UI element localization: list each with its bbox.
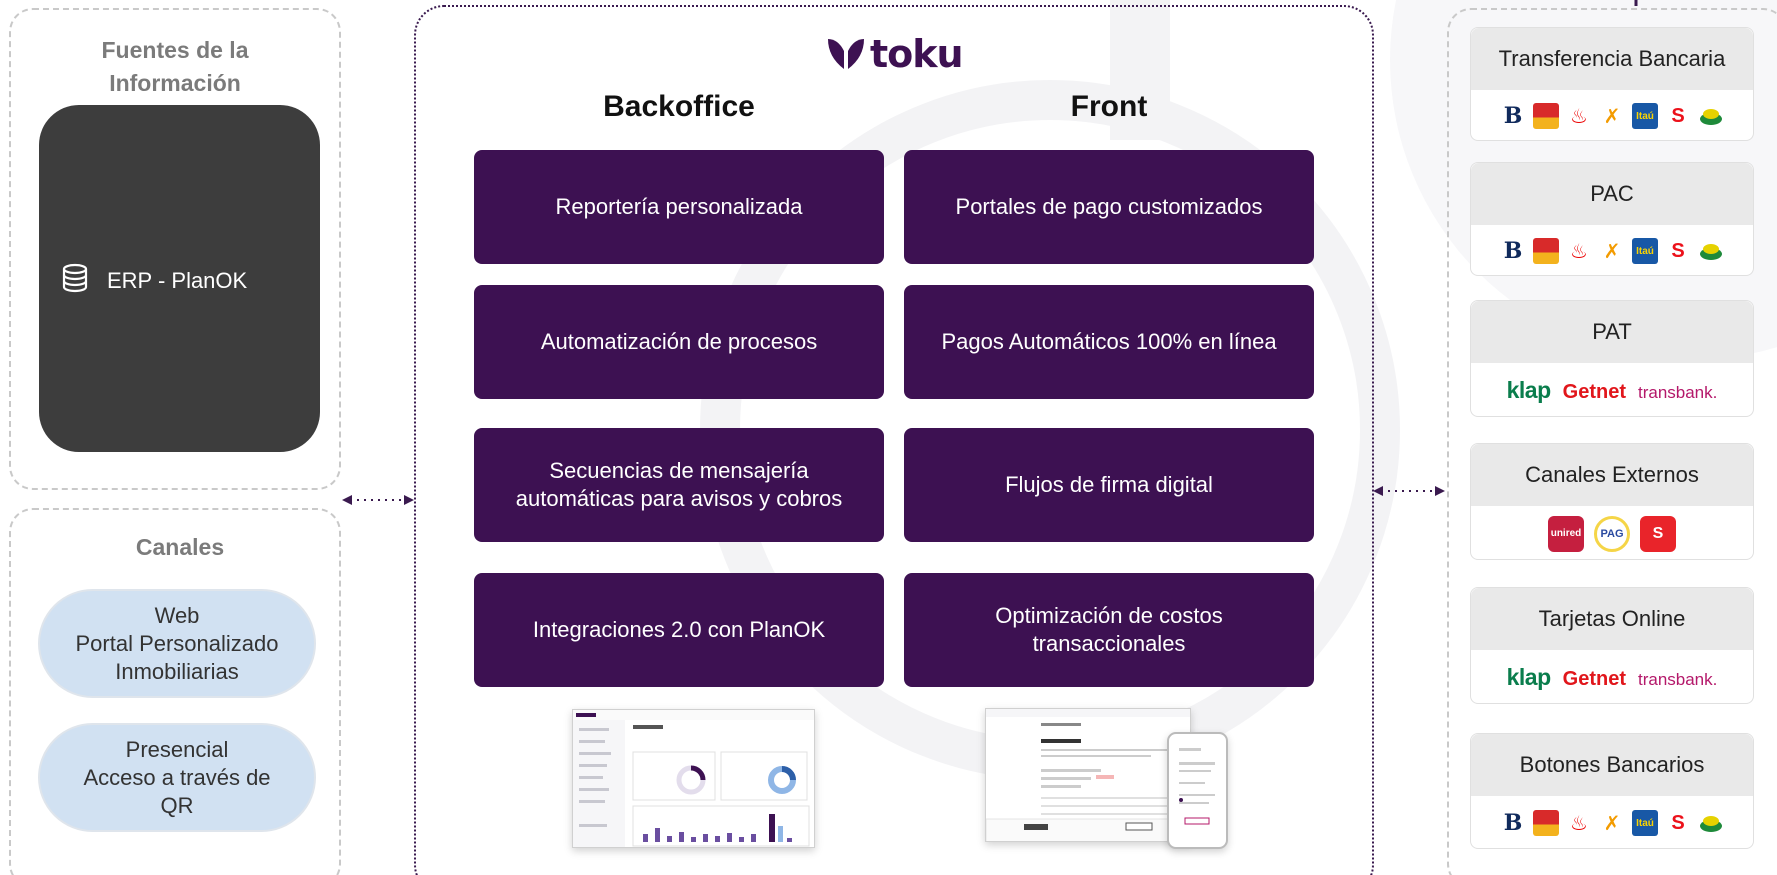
bank-scotiabank-icon: S bbox=[1665, 238, 1691, 264]
method-title: Tarjetas Online bbox=[1471, 588, 1753, 650]
bank-bchile-icon: B bbox=[1500, 238, 1526, 264]
bank-bice-icon bbox=[1698, 103, 1724, 129]
bank-santander-icon: ♨ bbox=[1566, 810, 1592, 836]
toku-wordmark: toku bbox=[870, 32, 964, 76]
bank-logos: B ♨ ✗ Itaú S bbox=[1471, 90, 1753, 142]
bank-bchile-icon: B bbox=[1500, 810, 1526, 836]
bank-bci-icon: ✗ bbox=[1599, 238, 1625, 264]
method-canales-externos: Canales Externos unired PAG S bbox=[1470, 443, 1754, 560]
front-title: Front bbox=[1070, 90, 1148, 123]
method-title: Canales Externos bbox=[1471, 444, 1753, 506]
bank-bci-icon: ✗ bbox=[1599, 810, 1625, 836]
transbank-logo: transbank. bbox=[1637, 383, 1718, 402]
unired-logo: unired bbox=[1548, 515, 1584, 552]
channel-web-line: Web bbox=[154, 602, 200, 628]
method-tarjetas-online: Tarjetas Online klap Getnet transbank. bbox=[1470, 587, 1754, 704]
servipag-logo: S bbox=[1640, 515, 1676, 552]
front-screenshot bbox=[985, 708, 1191, 842]
method-transferencia: Transferencia Bancaria B ♨ ✗ Itaú S bbox=[1470, 27, 1754, 141]
pag-logo: PAG bbox=[1594, 515, 1630, 552]
channel-presencial-line: Presencial bbox=[125, 736, 229, 762]
bank-scotiabank-icon: S bbox=[1665, 810, 1691, 836]
bank-bci-icon: ✗ bbox=[1599, 103, 1625, 129]
getnet-logo: Getnet bbox=[1562, 381, 1626, 403]
database-icon bbox=[61, 263, 89, 299]
bank-santander-icon: ♨ bbox=[1566, 238, 1592, 264]
left-connector-arrow bbox=[342, 495, 414, 505]
acquirer-logos: klap Getnet transbank. bbox=[1471, 363, 1753, 418]
channel-logos: unired PAG S bbox=[1471, 506, 1753, 561]
bank-estado-icon bbox=[1533, 103, 1559, 129]
mobile-screenshot-art bbox=[1179, 748, 1215, 825]
right-connector-arrow bbox=[1373, 486, 1445, 496]
method-title: PAC bbox=[1471, 163, 1753, 225]
erp-label: ERP - PlanOK bbox=[107, 268, 248, 293]
bank-logos: B ♨ ✗ Itaú S bbox=[1471, 796, 1753, 850]
mobile-screenshot bbox=[1167, 732, 1228, 849]
channel-web-line: Portal Personalizado bbox=[75, 630, 279, 656]
bank-itau-icon: Itaú bbox=[1632, 238, 1658, 264]
bank-scotiabank-icon: S bbox=[1665, 103, 1691, 129]
erp-row: ERP - PlanOK bbox=[61, 263, 247, 299]
front-card: Flujos de firma digital bbox=[904, 428, 1314, 542]
erp-box: ERP - PlanOK bbox=[39, 105, 320, 452]
transbank-logo: transbank. bbox=[1637, 670, 1718, 689]
channel-web-line: Inmobiliarias bbox=[115, 658, 239, 684]
klap-logo: klap bbox=[1506, 377, 1552, 403]
front-screenshot-art bbox=[986, 709, 1190, 841]
method-title: Botones Bancarios bbox=[1471, 734, 1753, 796]
method-pac: PAC B ♨ ✗ Itaú S bbox=[1470, 162, 1754, 276]
method-pat: PAT klap Getnet transbank. bbox=[1470, 300, 1754, 417]
front-card: Pagos Automáticos 100% en línea bbox=[904, 285, 1314, 399]
acquirer-logos: klap Getnet transbank. bbox=[1471, 650, 1753, 705]
backoffice-card: Secuencias de mensajería automáticas par… bbox=[474, 428, 884, 542]
channel-web: Web Portal Personalizado Inmobiliarias bbox=[38, 589, 316, 698]
front-card: Optimización de costos transaccionales bbox=[904, 573, 1314, 687]
toku-logo: toku bbox=[826, 32, 966, 76]
channel-presencial-line: Acceso a través de bbox=[83, 764, 271, 790]
toku-logo-icon bbox=[828, 39, 864, 69]
bank-itau-icon: Itaú bbox=[1632, 103, 1658, 129]
method-title: Transferencia Bancaria bbox=[1471, 28, 1753, 90]
backoffice-card: Automatización de procesos bbox=[474, 285, 884, 399]
channel-presencial-line: QR bbox=[160, 792, 194, 818]
corner-mark bbox=[1634, 0, 1638, 6]
bank-itau-icon: Itaú bbox=[1632, 810, 1658, 836]
klap-logo: klap bbox=[1506, 664, 1552, 690]
method-title: PAT bbox=[1471, 301, 1753, 363]
bank-bchile-icon: B bbox=[1500, 103, 1526, 129]
bank-estado-icon bbox=[1533, 810, 1559, 836]
bank-santander-icon: ♨ bbox=[1566, 103, 1592, 129]
backoffice-card: Reportería personalizada bbox=[474, 150, 884, 264]
channels-title: Canales bbox=[135, 534, 225, 560]
bank-logos: B ♨ ✗ Itaú S bbox=[1471, 225, 1753, 277]
sources-title: Fuentes de la Información bbox=[101, 37, 249, 96]
backoffice-title: Backoffice bbox=[603, 90, 755, 123]
bank-bice-icon bbox=[1698, 810, 1724, 836]
method-botones-bancarios: Botones Bancarios B ♨ ✗ Itaú S bbox=[1470, 733, 1754, 849]
bank-estado-icon bbox=[1533, 238, 1559, 264]
backoffice-screenshot bbox=[572, 709, 815, 848]
getnet-logo: Getnet bbox=[1562, 668, 1626, 690]
backoffice-screenshot-art bbox=[573, 710, 814, 847]
front-card: Portales de pago customizados bbox=[904, 150, 1314, 264]
bank-bice-icon bbox=[1698, 238, 1724, 264]
backoffice-card: Integraciones 2.0 con PlanOK bbox=[474, 573, 884, 687]
channel-presencial: Presencial Acceso a través de QR bbox=[38, 723, 316, 832]
